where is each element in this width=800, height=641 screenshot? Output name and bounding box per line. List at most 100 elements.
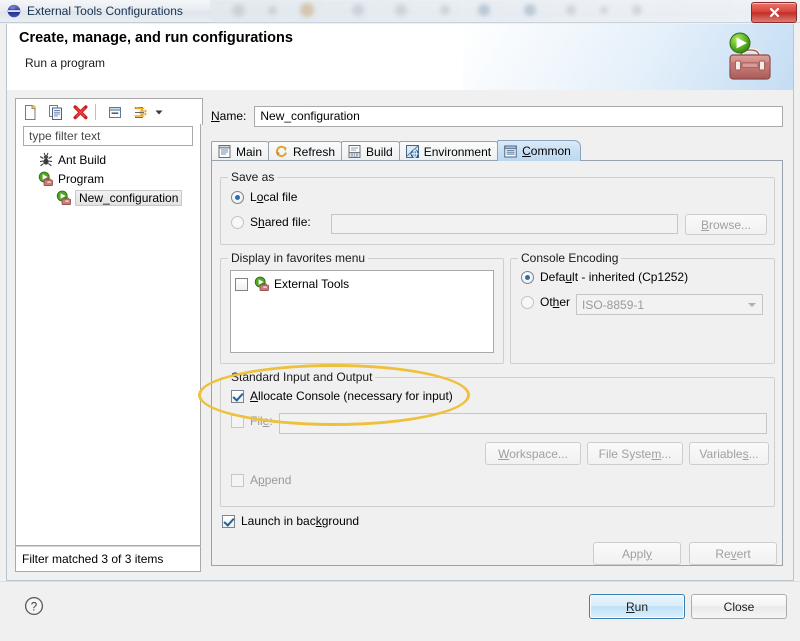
chevron-down-icon xyxy=(155,110,163,115)
tree-item-program[interactable]: Program xyxy=(16,169,200,188)
tab-environment[interactable]: Environment xyxy=(398,141,502,161)
launch-configurations-panel: Ant Build Program New_configuration type… xyxy=(15,98,203,572)
new-document-icon xyxy=(24,104,36,120)
allocate-console-label: Allocate Console (necessary for input) xyxy=(250,389,453,403)
external-tools-configurations-dialog: External Tools Configurations Create, ma… xyxy=(0,0,800,641)
revert-button[interactable]: Revert xyxy=(689,542,777,565)
file-system-button[interactable]: File System... xyxy=(587,442,683,465)
background-ghost-icon xyxy=(632,5,642,15)
delete-launch-configuration-button[interactable] xyxy=(69,101,91,123)
local-file-radio[interactable] xyxy=(231,190,244,204)
launch-in-background-row[interactable]: Launch in background xyxy=(222,514,359,528)
output-file-checkbox[interactable] xyxy=(231,414,244,428)
new-launch-configuration-button[interactable] xyxy=(19,101,41,123)
name-input[interactable]: New_configuration xyxy=(254,105,783,127)
name-input-value: New_configuration xyxy=(260,109,360,123)
toolbar-separator xyxy=(95,104,96,120)
tree-item-label: Ant Build xyxy=(58,152,107,167)
close-button[interactable]: Close xyxy=(691,594,787,619)
variables-button-label: Variables... xyxy=(699,446,759,461)
title-bar-blurred-background xyxy=(210,0,800,22)
revert-button-label: Revert xyxy=(715,546,751,561)
encoding-default-radio[interactable] xyxy=(521,270,534,284)
list-item[interactable]: External Tools xyxy=(231,274,493,294)
tab-label: Refresh xyxy=(293,144,336,159)
collapse-all-button[interactable] xyxy=(104,101,126,123)
main-tab-icon xyxy=(217,144,232,159)
save-as-group-title: Save as xyxy=(228,170,278,184)
encoding-other-radio[interactable] xyxy=(521,295,534,309)
tab-main[interactable]: Main xyxy=(211,141,273,161)
launch-in-background-checkbox[interactable] xyxy=(222,514,235,528)
run-button[interactable]: Run xyxy=(589,594,685,619)
ant-build-icon xyxy=(38,152,54,168)
background-ghost-icon xyxy=(566,5,576,15)
configurations-toolbar xyxy=(15,98,203,125)
build-tab-icon: 010 xyxy=(347,144,362,159)
save-as-group: Save as Local file Shared file: Browse..… xyxy=(220,170,775,245)
tree-item-label: New_configuration xyxy=(75,189,183,206)
append-checkbox[interactable] xyxy=(231,473,244,487)
output-file-input[interactable] xyxy=(279,413,767,434)
program-toolbox-icon xyxy=(38,171,54,187)
environment-tab-icon xyxy=(405,144,420,159)
page-title: Create, manage, and run configurations xyxy=(19,30,293,46)
encoding-default-radio-row[interactable]: Default - inherited (Cp1252) xyxy=(521,270,688,284)
append-row[interactable]: Append xyxy=(231,473,291,487)
favorites-list[interactable]: External Tools xyxy=(230,270,494,353)
svg-text:?: ? xyxy=(31,601,37,613)
common-tab-pane: Save as Local file Shared file: Browse..… xyxy=(211,160,783,566)
apply-button-label: Apply xyxy=(621,546,653,561)
shared-file-label: Shared file: xyxy=(250,215,311,229)
tab-label: Build xyxy=(366,144,393,159)
tab-refresh[interactable]: Refresh xyxy=(268,141,346,161)
shared-file-radio-row[interactable]: Shared file: xyxy=(231,215,311,229)
title-bar: External Tools Configurations xyxy=(0,0,800,23)
program-toolbox-icon xyxy=(56,190,72,206)
chevron-down-icon xyxy=(748,302,756,307)
variables-button[interactable]: Variables... xyxy=(689,442,769,465)
encoding-combo[interactable]: ISO-8859-1 xyxy=(576,294,763,315)
background-ghost-icon xyxy=(524,4,536,16)
collapse-all-icon xyxy=(108,106,121,118)
background-ghost-icon xyxy=(232,4,245,17)
tab-bar: Main Refresh 010 Build Environment Commo… xyxy=(211,140,581,161)
tree-item-ant-build[interactable]: Ant Build xyxy=(16,150,200,169)
console-encoding-group-title: Console Encoding xyxy=(518,251,622,265)
encoding-other-radio-row[interactable]: Other xyxy=(521,295,570,309)
external-tools-favorite-checkbox[interactable] xyxy=(235,277,248,291)
tab-build[interactable]: 010 Build xyxy=(341,141,403,161)
copy-document-icon xyxy=(48,104,62,120)
search-input-placeholder: type filter text xyxy=(29,129,101,143)
page-subtitle: Run a program xyxy=(25,56,106,70)
shared-file-input[interactable] xyxy=(331,214,678,234)
view-menu-button[interactable] xyxy=(152,101,166,123)
browse-button[interactable]: Browse... xyxy=(685,214,767,235)
output-file-row[interactable]: File: xyxy=(231,414,273,428)
apply-button[interactable]: Apply xyxy=(593,542,681,565)
console-encoding-group: Console Encoding Default - inherited (Cp… xyxy=(510,251,775,364)
background-ghost-icon xyxy=(395,4,407,16)
workspace-button[interactable]: Workspace... xyxy=(485,442,581,465)
duplicate-launch-configuration-button[interactable] xyxy=(44,101,66,123)
local-file-radio-row[interactable]: Local file xyxy=(231,190,297,204)
tab-label: Common xyxy=(522,144,571,158)
search-input[interactable]: type filter text xyxy=(23,126,193,146)
question-mark-help-icon[interactable]: ? xyxy=(24,596,44,616)
close-window-button[interactable] xyxy=(751,2,797,23)
tree-item-new-configuration[interactable]: New_configuration xyxy=(16,188,200,207)
close-button-label: Close xyxy=(723,599,755,614)
filter-launch-configurations-button[interactable] xyxy=(129,101,151,123)
tab-common[interactable]: Common xyxy=(497,140,581,161)
name-row: Name: New_configuration xyxy=(211,104,783,128)
background-ghost-icon xyxy=(478,4,490,16)
allocate-console-row[interactable]: Allocate Console (necessary for input) xyxy=(231,389,453,403)
background-ghost-icon xyxy=(268,6,277,15)
run-button-label: Run xyxy=(625,599,649,614)
shared-file-radio[interactable] xyxy=(231,215,244,229)
name-label: Name: xyxy=(211,109,247,123)
configuration-editor-panel: Name: New_configuration Main Refresh 010… xyxy=(207,98,785,572)
output-file-label: File: xyxy=(250,414,273,428)
allocate-console-checkbox[interactable] xyxy=(231,389,244,403)
launch-configurations-tree[interactable]: Ant Build Program New_configuration xyxy=(15,124,201,546)
